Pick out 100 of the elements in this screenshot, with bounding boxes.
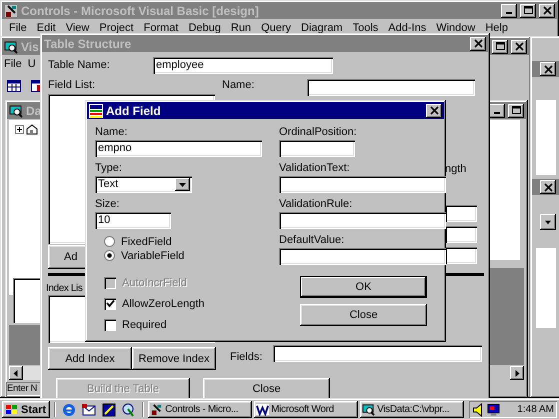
close-icon [544, 182, 552, 192]
close-icon [542, 6, 552, 15]
remove-index-button[interactable]: Remove Index [132, 347, 216, 370]
start-button[interactable]: Start [2, 401, 50, 418]
grid-icon [7, 80, 21, 92]
menu-item[interactable]: Format [138, 21, 184, 35]
input-field[interactable] [273, 345, 482, 362]
close-icon [430, 106, 438, 115]
radio-indicator[interactable] [104, 250, 115, 261]
field-label: ValidationText: [279, 162, 351, 175]
menu-item[interactable]: Help [480, 21, 513, 35]
field-label: Name: [95, 126, 128, 139]
envelope-icon [81, 402, 98, 418]
menu-item[interactable]: Debug [183, 21, 226, 35]
field-label: ngth [445, 163, 466, 175]
close-icon [514, 42, 524, 51]
input-field[interactable] [445, 226, 477, 243]
field-label: Type: [95, 162, 123, 175]
close-icon [474, 39, 482, 48]
checkbox[interactable] [104, 318, 116, 330]
field-label: Fields: [230, 351, 262, 363]
window-title: Vis [21, 40, 39, 54]
close-button[interactable]: Close [203, 378, 330, 400]
maximize-icon [524, 6, 532, 15]
dropdown-button[interactable] [175, 178, 190, 191]
status-bar: Enter N [6, 382, 42, 396]
checkbox[interactable] [104, 298, 116, 310]
close-button[interactable] [540, 62, 556, 76]
taskbar-button[interactable]: VisData:C:\vbpr... [360, 401, 464, 418]
document-icon [256, 403, 270, 416]
flag-icon [5, 404, 19, 416]
ok-button[interactable]: OK [300, 276, 427, 298]
maximize-icon [496, 42, 504, 51]
dropdown-button[interactable] [540, 214, 556, 230]
caret-icon [545, 218, 551, 226]
taskbar-button[interactable]: Controls - Micro... [148, 401, 252, 418]
left-arrow-icon [13, 370, 19, 376]
quick-launch-button[interactable] [100, 401, 118, 418]
close-button[interactable] [540, 180, 556, 194]
window-title: Add Field [106, 104, 161, 118]
input-field[interactable] [445, 205, 477, 222]
field-label: Table Name: [48, 59, 110, 71]
monitor-icon [487, 402, 500, 416]
radio-option[interactable]: FixedField [104, 235, 262, 248]
menu-item[interactable]: Window [431, 21, 480, 35]
field-label: Size: [95, 198, 120, 211]
monitor-icon [362, 403, 376, 416]
menu-item[interactable]: File [4, 21, 32, 35]
house-icon [26, 124, 38, 135]
window-title: Table Structure [44, 36, 132, 50]
window-title: Controls - Microsoft Visual Basic [design] [21, 4, 259, 18]
menu-item[interactable]: Add-Ins [383, 21, 432, 35]
quick-launch-button[interactable] [80, 401, 98, 418]
taskbar-button[interactable]: Microsoft Word [254, 401, 358, 418]
input-field[interactable] [279, 140, 355, 157]
monitor-icon [9, 104, 23, 118]
menu-item[interactable]: File [1, 57, 25, 71]
right-arrow-icon [514, 370, 520, 376]
expand-icon [15, 125, 24, 134]
menu-item[interactable]: Edit [32, 21, 61, 35]
globe-icon [61, 402, 78, 418]
close-button[interactable] [426, 104, 442, 118]
menu-item[interactable]: Diagram [296, 21, 348, 35]
field-label: Index Lis [46, 283, 82, 294]
menu-item[interactable]: View [60, 21, 94, 35]
dropdown-field[interactable]: Text [95, 176, 192, 193]
scroll-left-button[interactable] [9, 366, 23, 380]
maximize-icon [512, 106, 520, 115]
input-field[interactable] [279, 248, 446, 265]
program-icon [4, 4, 18, 18]
grid-button[interactable] [4, 77, 24, 95]
checkmark-icon [106, 299, 114, 308]
caret-icon [179, 182, 186, 186]
input-field[interactable] [279, 212, 446, 229]
close-button[interactable]: Close [300, 304, 427, 326]
input-field[interactable]: employee [153, 57, 333, 74]
menu-item[interactable]: Project [94, 21, 139, 35]
menu-item[interactable]: Query [256, 21, 296, 35]
checkbox-option[interactable]: Required [104, 318, 262, 331]
field-label: DefaultValue: [279, 234, 346, 247]
clock: 1:48 AM [517, 404, 554, 415]
menu-item[interactable]: Tools [348, 21, 384, 35]
menu-item[interactable]: Run [226, 21, 256, 35]
menu-item[interactable]: U [24, 57, 39, 71]
scroll-right-button[interactable] [510, 366, 524, 380]
checkbox-option[interactable]: AllowZeroLength [104, 297, 262, 310]
input-field[interactable] [307, 79, 475, 96]
input-field[interactable] [279, 176, 446, 193]
input-field[interactable]: empno [95, 140, 262, 157]
field-label: Name: [222, 79, 254, 91]
field-label: OrdinalPosition: [279, 126, 358, 139]
program-icon [150, 403, 164, 416]
input-field[interactable] [445, 247, 477, 264]
desktop-icon [101, 402, 118, 418]
input-field[interactable]: 10 [95, 212, 171, 229]
field-label: Field List: [48, 79, 96, 91]
add-index-button[interactable]: Add Index [48, 347, 132, 370]
radio-indicator[interactable] [104, 236, 115, 247]
monitor-icon [4, 40, 18, 54]
field-label: ValidationRule: [279, 198, 354, 211]
